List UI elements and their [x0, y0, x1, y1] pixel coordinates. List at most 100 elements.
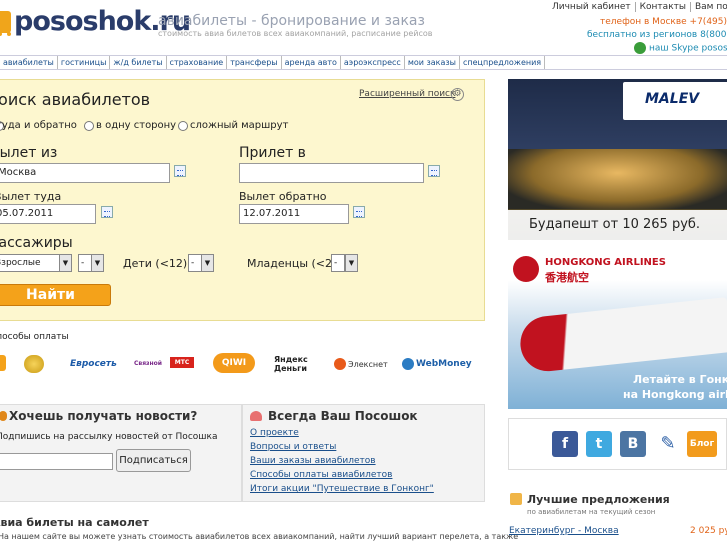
payment-mts: МТС	[170, 357, 194, 368]
payment-yandex: Яндекс Деньги	[274, 355, 308, 373]
logo[interactable]: pososhok.ru	[0, 4, 191, 44]
malev-brand: MALEV	[645, 91, 700, 107]
skype-icon	[634, 42, 646, 54]
link-cabinet[interactable]: Личный кабинет	[552, 2, 636, 12]
bottom-text: На нашем сайте вы можете узнать стоимост…	[0, 532, 519, 541]
radio-roundtrip-label: туда и обратно	[0, 120, 77, 131]
facebook-icon[interactable]: f	[552, 431, 578, 457]
depart-label: Вылет туда	[0, 190, 62, 203]
hk-flower-icon	[513, 256, 539, 282]
malev-banner[interactable]: MALEV Будапешт от 10 265 руб.	[508, 79, 727, 240]
calendar-icon[interactable]	[101, 206, 113, 218]
best-offers-subtitle: по авиабилетам на текущий сезон	[527, 508, 656, 516]
infants-label: Младенцы (<2):	[247, 257, 341, 270]
coins-icon	[24, 355, 44, 373]
adults-count-select[interactable]: -	[78, 254, 92, 272]
phone-moscow: телефон в Москве +7(495)234	[600, 17, 727, 27]
hk-offer-line1: Летайте в Гонк	[633, 373, 727, 386]
link-orders[interactable]: Ваши заказы авиабилетов	[250, 456, 376, 466]
news-title: Хочешь получать новости?	[9, 409, 198, 423]
from-input[interactable]: Москва	[0, 163, 170, 183]
eleksnet-icon	[334, 358, 346, 370]
payment-svyaznoy: Связной	[134, 360, 163, 367]
thumbs-up-icon	[510, 493, 522, 505]
chevron-down-icon[interactable]: ▼	[91, 254, 104, 272]
nav-car-rental[interactable]: аренда авто	[282, 56, 341, 69]
hk-offer-line2: на Hongkong airli	[623, 388, 727, 401]
adults-select[interactable]: Взрослые	[0, 254, 60, 272]
heart-icon	[250, 411, 262, 421]
blog-icon[interactable]: Блог	[687, 431, 717, 457]
news-text: Подпишись на рассылку новостей от Посошк…	[0, 432, 218, 442]
vkontakte-icon[interactable]: B	[620, 431, 646, 457]
link-about[interactable]: О проекте	[250, 428, 299, 438]
hk-brand-cn: 香港航空	[545, 271, 589, 284]
to-list-icon[interactable]	[428, 165, 440, 177]
nav-special[interactable]: спецпредложения	[460, 56, 546, 69]
return-date-input[interactable]: 12.07.2011	[239, 204, 349, 224]
depart-date-input[interactable]: 05.07.2011	[0, 204, 96, 224]
nav-transfers[interactable]: трансферы	[227, 56, 282, 69]
malev-logo: MALEV	[623, 82, 727, 120]
always-title: Всегда Ваш Посошок	[268, 409, 418, 423]
find-button[interactable]: Найти	[0, 284, 111, 306]
advanced-search-link[interactable]: Расширенный поиск	[359, 89, 455, 99]
best-offer-price: 2 025 руб.	[690, 526, 727, 536]
phone-regions: бесплатно из регионов 8(800)333	[587, 30, 727, 40]
radio-complex-label: сложный маршрут	[190, 120, 289, 131]
malev-band: Будапешт от 10 265 руб.	[508, 210, 727, 240]
chevron-down-icon[interactable]: ▼	[201, 254, 214, 272]
malev-offer: Будапешт от 10 265 руб.	[529, 217, 701, 232]
best-offers-title: Лучшие предложения	[527, 493, 670, 506]
nav-aeroexpress[interactable]: аэроэкспресс	[341, 56, 405, 69]
payment-eleksnet: Элекснет	[348, 360, 388, 369]
email-field[interactable]	[0, 453, 113, 470]
nav-avia[interactable]: авиабилеты	[0, 56, 58, 69]
chevron-down-icon[interactable]: ▼	[345, 254, 358, 272]
children-select[interactable]: -	[188, 254, 202, 272]
subtagline: стоимость авиа билетов всех авиакомпаний…	[158, 29, 433, 38]
tagline: авиабилеты - бронирование и заказ	[158, 13, 425, 29]
best-offer-route[interactable]: Екатеринбург - Москва	[509, 526, 619, 536]
nav-my-orders[interactable]: мои заказы	[405, 56, 460, 69]
radio-oneway[interactable]	[84, 121, 94, 131]
main-nav: авиабилеты гостиницы ж/д билеты страхование…	[0, 55, 727, 70]
hongkong-banner[interactable]: HONGKONG AIRLINES 香港航空 Летайте в Гонк на…	[508, 248, 727, 409]
webmoney-icon	[402, 358, 414, 370]
payment-card-icon	[0, 355, 6, 371]
payment-webmoney: WebMoney	[416, 359, 472, 369]
social-panel: f t B ✎ Блог	[508, 418, 727, 470]
to-label: Прилет в	[239, 145, 306, 161]
radio-complex[interactable]	[178, 121, 188, 131]
twitter-icon[interactable]: t	[586, 431, 612, 457]
gear-icon[interactable]: ⚙	[451, 88, 464, 101]
skype-text: наш Skype pososhok	[649, 43, 727, 54]
link-payment[interactable]: Способы оплаты авиабилетов	[250, 470, 392, 480]
passengers-label: Пассажиры	[0, 235, 73, 251]
from-list-icon[interactable]	[174, 165, 186, 177]
hk-brand: HONGKONG AIRLINES	[545, 257, 666, 268]
nav-hotels[interactable]: гостиницы	[58, 56, 111, 69]
to-input[interactable]	[239, 163, 424, 183]
link-help[interactable]: Вам помочь?	[691, 2, 727, 12]
skype-link[interactable]: наш Skype pososhok	[634, 42, 727, 54]
infants-select[interactable]: -	[331, 254, 345, 272]
link-hk-results[interactable]: Итоги акции "Путешествие в Гонконг"	[250, 484, 434, 494]
nav-rail[interactable]: ж/д билеты	[110, 56, 167, 69]
calendar-icon[interactable]	[353, 206, 365, 218]
top-links: Личный кабинетКонтактыВам помочь?	[552, 2, 727, 12]
nav-insurance[interactable]: страхование	[167, 56, 228, 69]
subscribe-button[interactable]: Подписаться	[116, 449, 191, 472]
payment-title: Способы оплаты	[0, 332, 69, 342]
radio-oneway-label: в одну сторону	[96, 120, 177, 131]
question-icon	[0, 411, 7, 421]
payment-euroset: Евросеть	[70, 359, 117, 369]
airplane-image	[517, 297, 727, 374]
payment-qiwi: QIWI	[213, 353, 255, 373]
from-label: Вылет из	[0, 145, 58, 161]
link-contacts[interactable]: Контакты	[636, 2, 691, 12]
children-label: Дети (<12):	[123, 257, 191, 270]
link-faq[interactable]: Вопросы и ответы	[250, 442, 336, 452]
chevron-down-icon[interactable]: ▼	[59, 254, 72, 272]
pencil-icon[interactable]: ✎	[655, 431, 681, 457]
